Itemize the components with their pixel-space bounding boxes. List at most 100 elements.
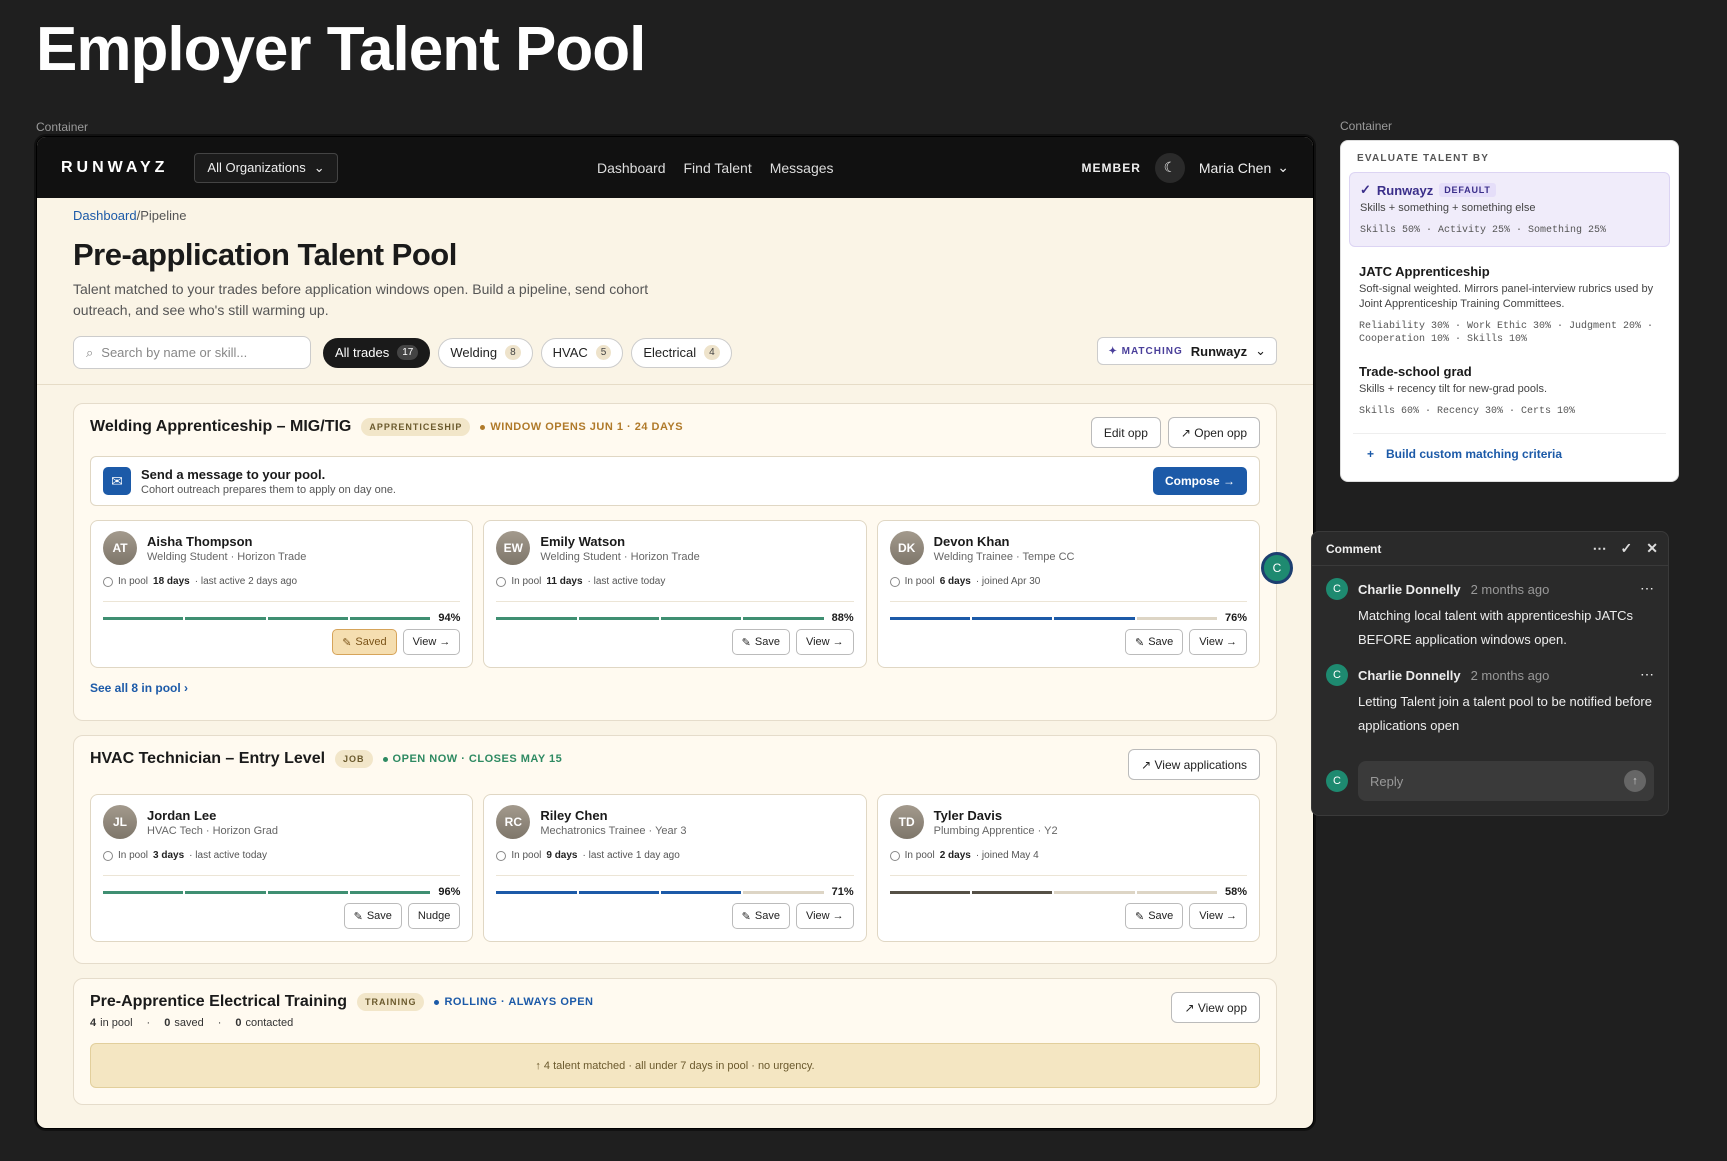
candidate-name: Devon Khan (933, 533, 1010, 549)
top-nav: RUNWAYZ All Organizations ⌄ Dashboard Fin… (37, 137, 1313, 198)
activity-text: · last active 1 day ago (582, 850, 680, 861)
candidate-card[interactable]: JL Jordan Lee HVAC Tech · Horizon Grad In p… (90, 794, 474, 942)
candidate-card[interactable]: RC Riley Chen Mechatronics Trainee · Year … (483, 794, 867, 942)
clock-icon (496, 850, 507, 861)
open-opp-button[interactable]: ↗ Open opp (1167, 417, 1260, 448)
contacted-count: 0 (235, 1017, 242, 1029)
candidate-name: Jordan Lee (147, 807, 217, 823)
avatar: C (1326, 664, 1348, 686)
option-weights: Skills 60% · Recency 30% · Certs 10% (1359, 406, 1576, 417)
edit-opp-button[interactable]: Edit opp (1090, 417, 1161, 448)
app-window: RUNWAYZ All Organizations ⌄ Dashboard Fin… (36, 136, 1314, 1129)
send-icon[interactable]: ↑ (1624, 770, 1646, 792)
candidate-card[interactable]: DK Devon Khan Welding Trainee · Tempe CC In… (876, 520, 1260, 668)
view-button[interactable]: View → (1189, 903, 1247, 929)
candidate-card[interactable]: AT Aisha Thompson Welding Student · Horizo… (90, 520, 474, 668)
breadcrumb: Dashboard/Pipeline (73, 208, 187, 223)
nav-link-messages[interactable]: Messages (770, 160, 834, 176)
score-segment (496, 890, 577, 894)
score-bar (889, 890, 1217, 894)
evaluate-talent-panel: EVALUATE TALENT BY ✓ Runwayz DEFAULT Skill… (1340, 140, 1679, 482)
score-segment (103, 890, 184, 894)
score-percent: 96% (438, 886, 461, 898)
reply-input[interactable]: Reply ↑ (1358, 761, 1654, 801)
filter-label: HVAC (552, 345, 588, 360)
save-button[interactable]: ✎ Save (731, 903, 790, 929)
brand-logo[interactable]: RUNWAYZ (61, 159, 168, 177)
close-icon[interactable]: ✕ (1646, 540, 1658, 557)
option-weights: Skills 50% · Activity 25% · Something 25… (1360, 225, 1607, 236)
matching-value: Runwayz (1190, 343, 1248, 359)
moon-icon[interactable]: ☾ (1154, 152, 1185, 183)
in-pool-days: 2 days (939, 850, 971, 861)
nav-link-find-talent[interactable]: Find Talent (684, 160, 752, 176)
save-button[interactable]: ✎ Save (343, 903, 402, 929)
save-button[interactable]: ✎ Save (731, 629, 790, 655)
compose-button[interactable]: Compose → (1152, 467, 1247, 495)
score-segment (660, 616, 742, 620)
save-button[interactable]: ✎ Save (1124, 629, 1184, 655)
org-select[interactable]: All Organizations ⌄ (194, 152, 338, 183)
search-input[interactable]: ⌕ Search by name or skill... (73, 336, 311, 369)
candidate-card[interactable]: TD Tyler Davis Plumbing Apprentice · Y2 In … (876, 794, 1260, 942)
comment-text: Matching local talent with apprenticeshi… (1358, 608, 1634, 647)
resolve-check-icon[interactable]: ✓ (1621, 540, 1633, 557)
contacted-label: contacted (245, 1017, 294, 1029)
activity-text: · last active 2 days ago (194, 576, 298, 587)
criteria-option-jatc[interactable]: JATC Apprenticeship Soft-signal weighted… (1349, 255, 1670, 355)
filter-welding[interactable]: Welding 8 (438, 337, 533, 368)
filter-electrical[interactable]: Electrical 4 (631, 337, 732, 368)
score-bar (103, 890, 431, 894)
opportunity-card-welding: Welding Apprenticeship – MIG/TIG APPRENT… (73, 403, 1277, 721)
filter-label: Electrical (643, 345, 697, 360)
saved-count: 0 (164, 1017, 171, 1029)
in-pool-label: In pool (118, 850, 149, 861)
view-button[interactable]: View → (795, 903, 854, 929)
more-icon[interactable]: ⋯ (1640, 580, 1654, 597)
in-pool-label: In pool (904, 850, 935, 861)
member-badge: MEMBER (1081, 160, 1141, 175)
score-percent: 76% (1224, 612, 1248, 624)
bookmark-icon: ✎ (353, 910, 363, 923)
view-applications-button[interactable]: ↗ View applications (1128, 749, 1260, 780)
save-button[interactable]: ✎ Save (1124, 903, 1184, 929)
candidate-card[interactable]: EW Emily Watson Welding Student · Horizon … (483, 520, 867, 668)
matching-select[interactable]: ✦ MATCHING Runwayz ⌄ (1097, 337, 1277, 365)
criteria-option-runwayz[interactable]: ✓ Runwayz DEFAULT Skills + something + som… (1349, 172, 1670, 247)
score-segment (496, 616, 577, 620)
saved-button[interactable]: ✎ Saved (332, 629, 397, 655)
score-segment (349, 616, 431, 620)
view-button[interactable]: View → (795, 629, 854, 655)
candidate-role: Welding Student · Horizon Trade (540, 550, 700, 563)
see-all-link[interactable]: See all 8 in pool › (90, 681, 1260, 695)
match-score: 71% (496, 875, 854, 898)
breadcrumb-dashboard[interactable]: Dashboard (73, 208, 137, 223)
comment-pin[interactable]: C (1261, 552, 1293, 584)
view-opp-button[interactable]: ↗ View opp (1171, 992, 1260, 1023)
page-title: Employer Talent Pool (36, 15, 646, 84)
view-button[interactable]: View → (1189, 629, 1247, 655)
clock-icon (889, 576, 900, 587)
option-weights: Reliability 30% · Work Ethic 30% · Judgm… (1359, 321, 1654, 345)
nudge-button[interactable]: Nudge (407, 903, 461, 929)
clock-icon (103, 576, 113, 587)
evaluate-title: EVALUATE TALENT BY (1357, 153, 1490, 164)
score-segment (889, 616, 970, 620)
filter-hvac[interactable]: HVAC 5 (540, 337, 624, 368)
view-button[interactable]: View → (402, 629, 461, 655)
comment-panel: Comment ⋯ ✓ ✕ C Charlie Donnelly 2 months … (1311, 531, 1669, 816)
message-title: Send a message to your pool. (141, 466, 326, 482)
status-text: ROLLING · ALWAYS OPEN (444, 996, 594, 1008)
score-segment (1136, 616, 1217, 620)
nav-link-dashboard[interactable]: Dashboard (597, 160, 666, 176)
more-icon[interactable]: ⋯ (1640, 666, 1654, 683)
user-menu[interactable]: Maria Chen ⌄ (1199, 159, 1289, 176)
more-icon[interactable]: ⋯ (1593, 540, 1607, 557)
option-description: Skills + something + something else (1360, 202, 1536, 214)
score-segment (578, 616, 659, 620)
score-bar (496, 890, 824, 894)
section-title: Pre-application Talent Pool (73, 237, 457, 272)
filter-all-trades[interactable]: All trades 17 (323, 337, 431, 368)
criteria-option-trade-school[interactable]: Trade-school grad Skills + recency tilt … (1349, 355, 1670, 427)
build-criteria-button[interactable]: + Build custom matching criteria (1353, 433, 1666, 461)
